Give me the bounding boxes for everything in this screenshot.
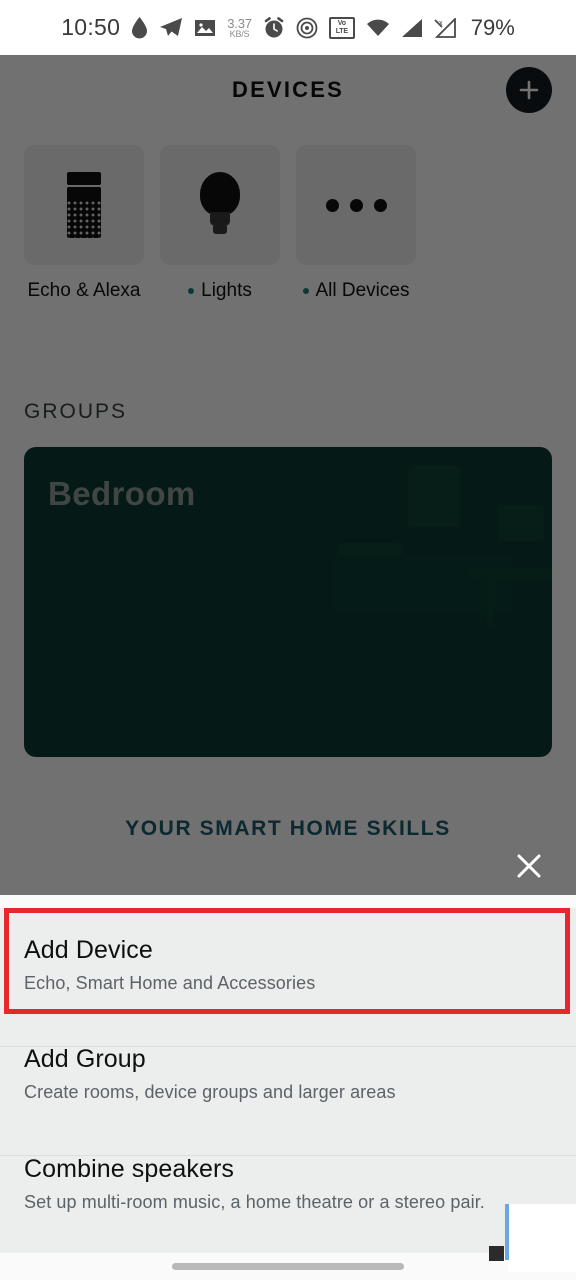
category-echo-alexa[interactable]: Echo & Alexa [24,145,144,302]
status-bar-clock: 10:50 [61,14,121,40]
echo-speaker-icon [67,172,101,238]
signal-no-service-icon: x [434,17,458,38]
sheet-item-add-group[interactable]: Add Group Create rooms, device groups an… [0,1045,576,1103]
phone-screen: 10:50 3.37 KB/S Vo LTE x 79% DEVICES Ech… [0,0,576,1280]
volte-label-top: Vo [337,20,346,28]
category-tile[interactable] [296,145,416,265]
sheet-item-subtitle: Create rooms, device groups and larger a… [24,1082,396,1102]
category-label: Lights [201,280,252,301]
category-label-wrapper: Lights [160,280,280,302]
svg-text:x: x [439,20,443,27]
light-bulb-icon [197,172,243,238]
water-drop-icon [131,16,148,39]
network-speed-value: 3.37 [227,15,252,31]
category-lights[interactable]: Lights [160,145,280,302]
category-all-devices[interactable]: All Devices [296,145,416,302]
popup-accent-bar [505,1204,509,1260]
gallery-icon [194,18,216,38]
app-header: DEVICES [0,55,576,125]
alarm-clock-icon [263,16,285,39]
volte-icon: Vo LTE [328,16,355,39]
sheet-item-combine-speakers[interactable]: Combine speakers Set up multi-room music… [0,1155,576,1213]
floating-popup-panel [508,1204,576,1272]
category-label: Echo & Alexa [27,280,141,301]
network-speed-indicator: 3.37 KB/S [227,17,252,39]
groups-section-label: GROUPS [24,400,128,423]
category-label-wrapper: All Devices [296,280,416,302]
sheet-item-title: Add Device [24,936,153,964]
sheet-item-subtitle: Echo, Smart Home and Accessories [24,973,316,993]
more-dots-icon [325,198,387,212]
group-card-title: Bedroom [48,475,196,512]
status-bar: 10:50 3.37 KB/S Vo LTE x 79% [0,0,576,55]
popup-badge-icon [489,1246,504,1261]
gesture-home-pill[interactable] [172,1263,404,1270]
smart-home-skills-link[interactable]: YOUR SMART HOME SKILLS [0,817,576,841]
group-card-bedroom[interactable]: Bedroom [24,447,552,757]
status-dot [302,288,309,294]
battery-percentage: 79% [470,14,515,40]
sheet-item-subtitle: Set up multi-room music, a home theatre … [24,1192,485,1212]
close-icon [517,854,541,878]
status-dot [188,288,195,294]
plus-icon [519,80,539,100]
device-category-list: Echo & Alexa Lights All Devices [24,145,552,302]
sheet-item-title: Add Group [24,1045,146,1073]
category-tile[interactable] [24,145,144,265]
hotspot-icon [296,17,318,39]
bottom-sheet: Add Device Echo, Smart Home and Accessor… [0,908,576,1253]
category-tile[interactable] [160,145,280,265]
bedroom-illustration [302,447,552,677]
telegram-icon [159,17,183,38]
add-device-fab[interactable] [506,67,552,113]
page-title: DEVICES [232,77,344,102]
category-label: All Devices [315,280,410,301]
close-sheet-button[interactable] [506,843,552,889]
sheet-item-title: Combine speakers [24,1155,235,1183]
system-navigation-bar [0,1258,576,1280]
network-speed-unit: KB/S [229,28,250,39]
signal-bars-icon [401,18,423,38]
volte-label-bottom: LTE [335,27,348,35]
wifi-icon [366,18,390,38]
category-label-wrapper: Echo & Alexa [24,280,144,302]
sheet-item-add-device[interactable]: Add Device Echo, Smart Home and Accessor… [0,936,576,994]
